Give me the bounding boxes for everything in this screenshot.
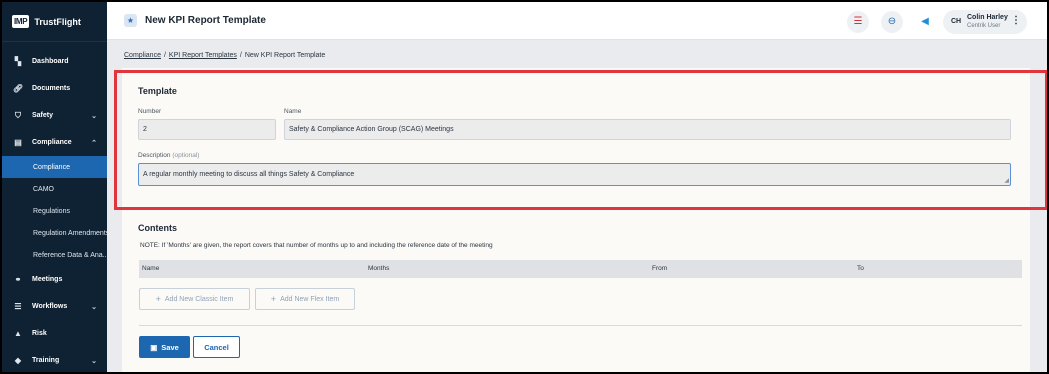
avatar: CH [950, 18, 962, 25]
workflow-icon: ☰ [14, 302, 22, 311]
top-bar: ★ New KPI Report Template ☰ ⊖ ◀ CH Colin… [107, 2, 1047, 40]
sidebar-item-label: Safety [32, 112, 54, 119]
dashboard-icon: ▚ [14, 57, 22, 66]
graduation-cap-icon: ◆ [14, 356, 22, 365]
sidebar-subitem-regulations[interactable]: Regulations [2, 200, 107, 222]
kebab-menu-icon[interactable]: ⋮ [1011, 15, 1021, 26]
sidebar-item-label: Compliance [32, 139, 72, 146]
highlight-box [114, 70, 1047, 210]
cancel-button[interactable]: Cancel [193, 336, 240, 358]
column-header-from[interactable]: From [652, 265, 667, 272]
sidebar-item-label: Dashboard [32, 58, 69, 65]
column-header-to[interactable]: To [857, 265, 864, 272]
app-window: IMP TrustFlight ▚ Dashboard 🔗︎ Documents… [2, 2, 1047, 372]
plus-icon: + [155, 294, 161, 304]
page-title: New KPI Report Template [145, 15, 266, 26]
breadcrumb-current: New KPI Report Template [244, 52, 326, 59]
save-icon: ▣ [150, 342, 158, 352]
breadcrumb-kpi-report-templates[interactable]: KPI Report Templates [169, 52, 237, 59]
add-flex-item-label: Add New Flex Item [280, 295, 340, 303]
sidebar-item-risk[interactable]: ▲ Risk [2, 320, 107, 347]
paperclip-icon: 🔗︎ [12, 84, 24, 93]
sidebar-item-label: Risk [32, 330, 47, 337]
contents-section-title: Contents [138, 223, 177, 233]
sidebar-item-meetings[interactable]: ⚭ Meetings [2, 266, 107, 293]
document-icon: ▤ [14, 138, 22, 147]
breadcrumb-compliance[interactable]: Compliance [124, 52, 161, 59]
link-icon[interactable]: ⊖ [881, 11, 903, 33]
sidebar-item-dashboard[interactable]: ▚ Dashboard [2, 48, 107, 75]
sidebar-subitem-reference-data[interactable]: Reference Data & Ana... [2, 244, 107, 266]
breadcrumb-separator: / [163, 52, 166, 59]
logo-text: TrustFlight [34, 16, 81, 27]
add-flex-item-button[interactable]: + Add New Flex Item [255, 288, 355, 310]
sidebar-item-label: Training [32, 357, 60, 364]
sidebar-item-documents[interactable]: 🔗︎ Documents [2, 75, 107, 102]
breadcrumb-separator: / [239, 52, 242, 59]
save-button[interactable]: ▣ Save [139, 336, 190, 358]
column-header-months[interactable]: Months [368, 265, 389, 272]
user-menu[interactable]: CH Colin Harley Centrik User ⋮ [943, 10, 1027, 34]
contents-note: NOTE: If 'Months' are given, the report … [140, 242, 493, 249]
divider [139, 325, 1022, 326]
add-classic-item-button[interactable]: + Add New Classic Item [139, 288, 250, 310]
shield-icon: ⛉ [15, 110, 21, 120]
logo-mark: IMP [12, 15, 30, 28]
user-name: Colin Harley [967, 14, 1008, 21]
chevron-down-icon: ⌄ [91, 357, 97, 365]
plus-icon: + [270, 294, 277, 304]
sidebar-subitem-camo[interactable]: CAMO [2, 178, 107, 200]
save-label: Save [161, 342, 179, 352]
sidebar-item-safety[interactable]: ⛉ Safety ⌄ [2, 102, 107, 129]
megaphone-icon[interactable]: ◀ [914, 11, 936, 33]
chevron-up-icon: ⌃ [91, 139, 97, 147]
column-header-name[interactable]: Name [142, 265, 159, 272]
sidebar-subitem-compliance[interactable]: Compliance [2, 156, 107, 178]
warning-icon: ▲ [14, 329, 22, 338]
sidebar-item-label: Documents [32, 85, 71, 92]
sidebar-item-label: Workflows [32, 303, 68, 310]
sidebar-item-training[interactable]: ◆ Training ⌄ [2, 347, 107, 372]
sidebar-item-label: Meetings [32, 276, 63, 283]
report-stack-icon[interactable]: ☰ [847, 11, 869, 33]
sidebar: IMP TrustFlight ▚ Dashboard 🔗︎ Documents… [2, 2, 107, 372]
meetings-icon: ⚭ [14, 275, 22, 284]
breadcrumb: Compliance / KPI Report Templates / New KPI … [124, 52, 325, 59]
sidebar-subitem-regulation-amendments[interactable]: Regulation Amendments [2, 222, 107, 244]
chevron-down-icon: ⌄ [91, 303, 97, 311]
chevron-down-icon: ⌄ [91, 112, 97, 120]
sidebar-item-workflows[interactable]: ☰ Workflows ⌄ [2, 293, 107, 320]
logo[interactable]: IMP TrustFlight [2, 2, 107, 42]
user-role: Centrik User [967, 23, 1001, 29]
add-classic-item-label: Add New Classic Item [164, 295, 234, 303]
contents-table-header: Name Months From To [139, 260, 1022, 278]
kpi-report-icon: ★ [124, 14, 137, 27]
sidebar-item-compliance[interactable]: ▤ Compliance ⌃ [2, 129, 107, 156]
